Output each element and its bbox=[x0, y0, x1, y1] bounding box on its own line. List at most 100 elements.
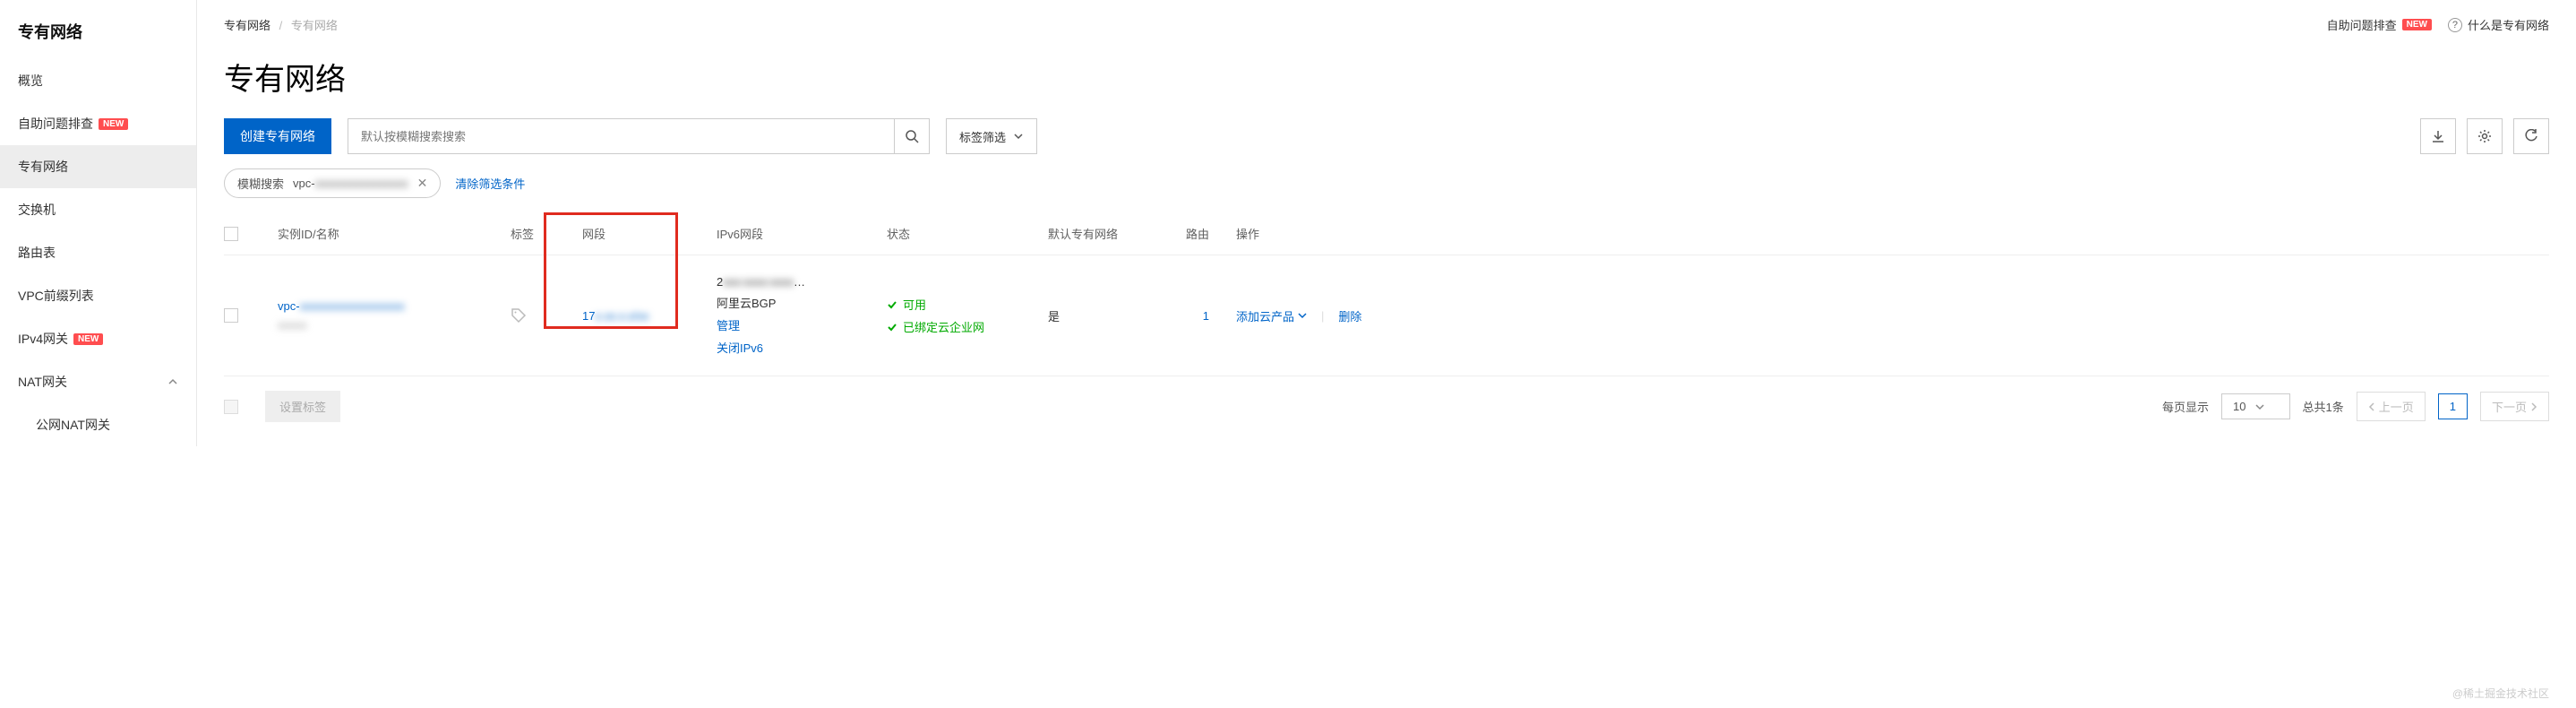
sidebar-item-label: 专有网络 bbox=[18, 158, 68, 176]
sidebar-item-label: 交换机 bbox=[18, 201, 56, 219]
chevron-down-icon bbox=[1013, 131, 1024, 142]
sidebar-item-vswitch[interactable]: 交换机 bbox=[0, 188, 196, 231]
sidebar-item-label: IPv4网关 bbox=[18, 330, 68, 348]
breadcrumb-sep: / bbox=[279, 19, 283, 32]
what-is-link[interactable]: ? 什么是专有网络 bbox=[2448, 16, 2549, 33]
question-icon: ? bbox=[2448, 18, 2462, 32]
footer-checkbox bbox=[224, 400, 238, 414]
tag-icon[interactable] bbox=[511, 307, 527, 324]
col-status: 状态 bbox=[887, 225, 1048, 242]
label: 标签筛选 bbox=[959, 128, 1006, 145]
cidr-value[interactable]: 17x.xx.x.x/xx bbox=[582, 309, 648, 323]
col-actions: 操作 bbox=[1209, 225, 2549, 242]
tag-filter-dropdown[interactable]: 标签筛选 bbox=[946, 118, 1037, 154]
sidebar-item-label: 概览 bbox=[18, 72, 43, 90]
sidebar-item-label: 自助问题排查 bbox=[18, 115, 93, 133]
chip-value: vpc-xxxxxxxxxxxxxxxx bbox=[293, 177, 408, 190]
new-badge: NEW bbox=[99, 118, 128, 130]
col-id: 实例ID/名称 bbox=[278, 225, 511, 242]
prev-page-button[interactable]: 上一页 bbox=[2357, 392, 2426, 421]
chip-close-icon[interactable]: ✕ bbox=[417, 176, 428, 191]
chevron-right-icon bbox=[2530, 402, 2537, 411]
per-page-label: 每页显示 bbox=[2162, 398, 2209, 415]
main-content: 专有网络 / 专有网络 自助问题排查 NEW ? 什么是专有网络 专有网络 创建… bbox=[197, 0, 2576, 446]
vpc-name: xxxxx bbox=[278, 318, 511, 332]
filter-chip: 模糊搜索 vpc-xxxxxxxxxxxxxxxx ✕ bbox=[224, 168, 441, 198]
page-title: 专有网络 bbox=[197, 49, 2576, 118]
chevron-up-icon bbox=[167, 376, 178, 387]
topbar: 专有网络 / 专有网络 自助问题排查 NEW ? 什么是专有网络 bbox=[197, 0, 2576, 49]
self-diag-link[interactable]: 自助问题排查 NEW bbox=[2327, 16, 2432, 33]
col-tag: 标签 bbox=[511, 225, 573, 242]
sidebar-item-self-diag[interactable]: 自助问题排查 NEW bbox=[0, 102, 196, 145]
col-route: 路由 bbox=[1164, 225, 1209, 242]
topbar-right: 自助问题排查 NEW ? 什么是专有网络 bbox=[2327, 16, 2549, 33]
cell-cidr: 17x.xx.x.x/xx bbox=[573, 309, 717, 323]
next-page-button[interactable]: 下一页 bbox=[2480, 392, 2549, 421]
cell-actions: 添加云产品 | 删除 bbox=[1209, 307, 2549, 324]
add-product-link[interactable]: 添加云产品 bbox=[1236, 307, 1307, 324]
breadcrumb-root[interactable]: 专有网络 bbox=[224, 19, 270, 32]
chevron-down-icon bbox=[1298, 311, 1307, 320]
status-bound: 已绑定云企业网 bbox=[887, 318, 1048, 335]
page-size-select[interactable]: 10 bbox=[2221, 393, 2289, 419]
link-label: 自助问题排查 bbox=[2327, 16, 2397, 33]
settings-button[interactable] bbox=[2467, 118, 2503, 154]
cell-route[interactable]: 1 bbox=[1164, 309, 1209, 323]
sidebar-item-routetable[interactable]: 路由表 bbox=[0, 231, 196, 274]
sidebar-subitem-public-nat[interactable]: 公网NAT网关 bbox=[0, 403, 196, 446]
cell-default: 是 bbox=[1048, 307, 1164, 324]
search-input[interactable] bbox=[348, 118, 894, 154]
new-badge: NEW bbox=[2402, 19, 2432, 30]
col-ipv6: IPv6网段 bbox=[717, 225, 887, 242]
sidebar-item-label: 公网NAT网关 bbox=[36, 418, 110, 432]
ipv6-addr: 2xxx:xxxx:xxxx… bbox=[717, 275, 887, 289]
filter-row: 模糊搜索 vpc-xxxxxxxxxxxxxxxx ✕ 清除筛选条件 bbox=[197, 168, 2576, 212]
ipv6-bgp: 阿里云BGP bbox=[717, 294, 887, 311]
ipv6-manage-link[interactable]: 管理 bbox=[717, 316, 887, 333]
link-label: 什么是专有网络 bbox=[2468, 16, 2549, 33]
cell-id: vpc-xxxxxxxxxxxxxxxxxx xxxxx bbox=[278, 299, 511, 332]
col-cidr: 网段 bbox=[573, 225, 717, 242]
sidebar-item-label: VPC前缀列表 bbox=[18, 287, 94, 305]
refresh-button[interactable] bbox=[2513, 118, 2549, 154]
page-number[interactable]: 1 bbox=[2438, 393, 2468, 419]
table-header: 实例ID/名称 标签 网段 IPv6网段 状态 默认专有网络 路由 操作 bbox=[224, 212, 2549, 255]
ipv6-close-link[interactable]: 关闭IPv6 bbox=[717, 339, 887, 356]
chevron-down-icon bbox=[2255, 402, 2264, 411]
search-icon bbox=[905, 129, 919, 143]
gear-icon bbox=[2477, 129, 2492, 143]
table-footer: 设置标签 每页显示 10 总共1条 上一页 1 下一页 bbox=[224, 376, 2549, 440]
search-button[interactable] bbox=[894, 118, 930, 154]
download-button[interactable] bbox=[2420, 118, 2456, 154]
chevron-left-icon bbox=[2368, 402, 2375, 411]
cell-ipv6: 2xxx:xxxx:xxxx… 阿里云BGP 管理 关闭IPv6 bbox=[717, 275, 887, 356]
breadcrumb-current: 专有网络 bbox=[291, 19, 338, 32]
row-checkbox[interactable] bbox=[224, 308, 238, 323]
total-count: 总共1条 bbox=[2303, 398, 2344, 415]
sidebar-item-overview[interactable]: 概览 bbox=[0, 59, 196, 102]
sidebar-title: 专有网络 bbox=[0, 0, 196, 59]
status-available: 可用 bbox=[887, 296, 1048, 313]
delete-link[interactable]: 删除 bbox=[1338, 307, 1361, 324]
refresh-icon bbox=[2524, 129, 2538, 143]
sidebar-item-label: NAT网关 bbox=[18, 373, 67, 391]
breadcrumb: 专有网络 / 专有网络 bbox=[224, 16, 338, 33]
clear-filter-link[interactable]: 清除筛选条件 bbox=[455, 175, 525, 192]
sidebar-item-prefixlist[interactable]: VPC前缀列表 bbox=[0, 274, 196, 317]
chip-label: 模糊搜索 bbox=[237, 175, 284, 192]
watermark: @稀土掘金技术社区 bbox=[2452, 686, 2549, 701]
download-icon bbox=[2431, 129, 2445, 143]
select-all-checkbox[interactable] bbox=[224, 227, 238, 241]
new-badge: NEW bbox=[73, 333, 103, 345]
sidebar: 专有网络 概览 自助问题排查 NEW 专有网络 交换机 路由表 VPC前缀列表 I… bbox=[0, 0, 197, 446]
sidebar-item-vpc[interactable]: 专有网络 bbox=[0, 145, 196, 188]
cell-status: 可用 已绑定云企业网 bbox=[887, 296, 1048, 335]
create-vpc-button[interactable]: 创建专有网络 bbox=[224, 118, 331, 154]
sidebar-item-natgw[interactable]: NAT网关 bbox=[0, 360, 196, 403]
vpc-id-link[interactable]: vpc-xxxxxxxxxxxxxxxxxx bbox=[278, 299, 511, 313]
cell-tag bbox=[511, 307, 573, 324]
sidebar-item-label: 路由表 bbox=[18, 244, 56, 262]
sidebar-item-ipv4gw[interactable]: IPv4网关 NEW bbox=[0, 317, 196, 360]
toolbar: 创建专有网络 标签筛选 bbox=[197, 118, 2576, 168]
